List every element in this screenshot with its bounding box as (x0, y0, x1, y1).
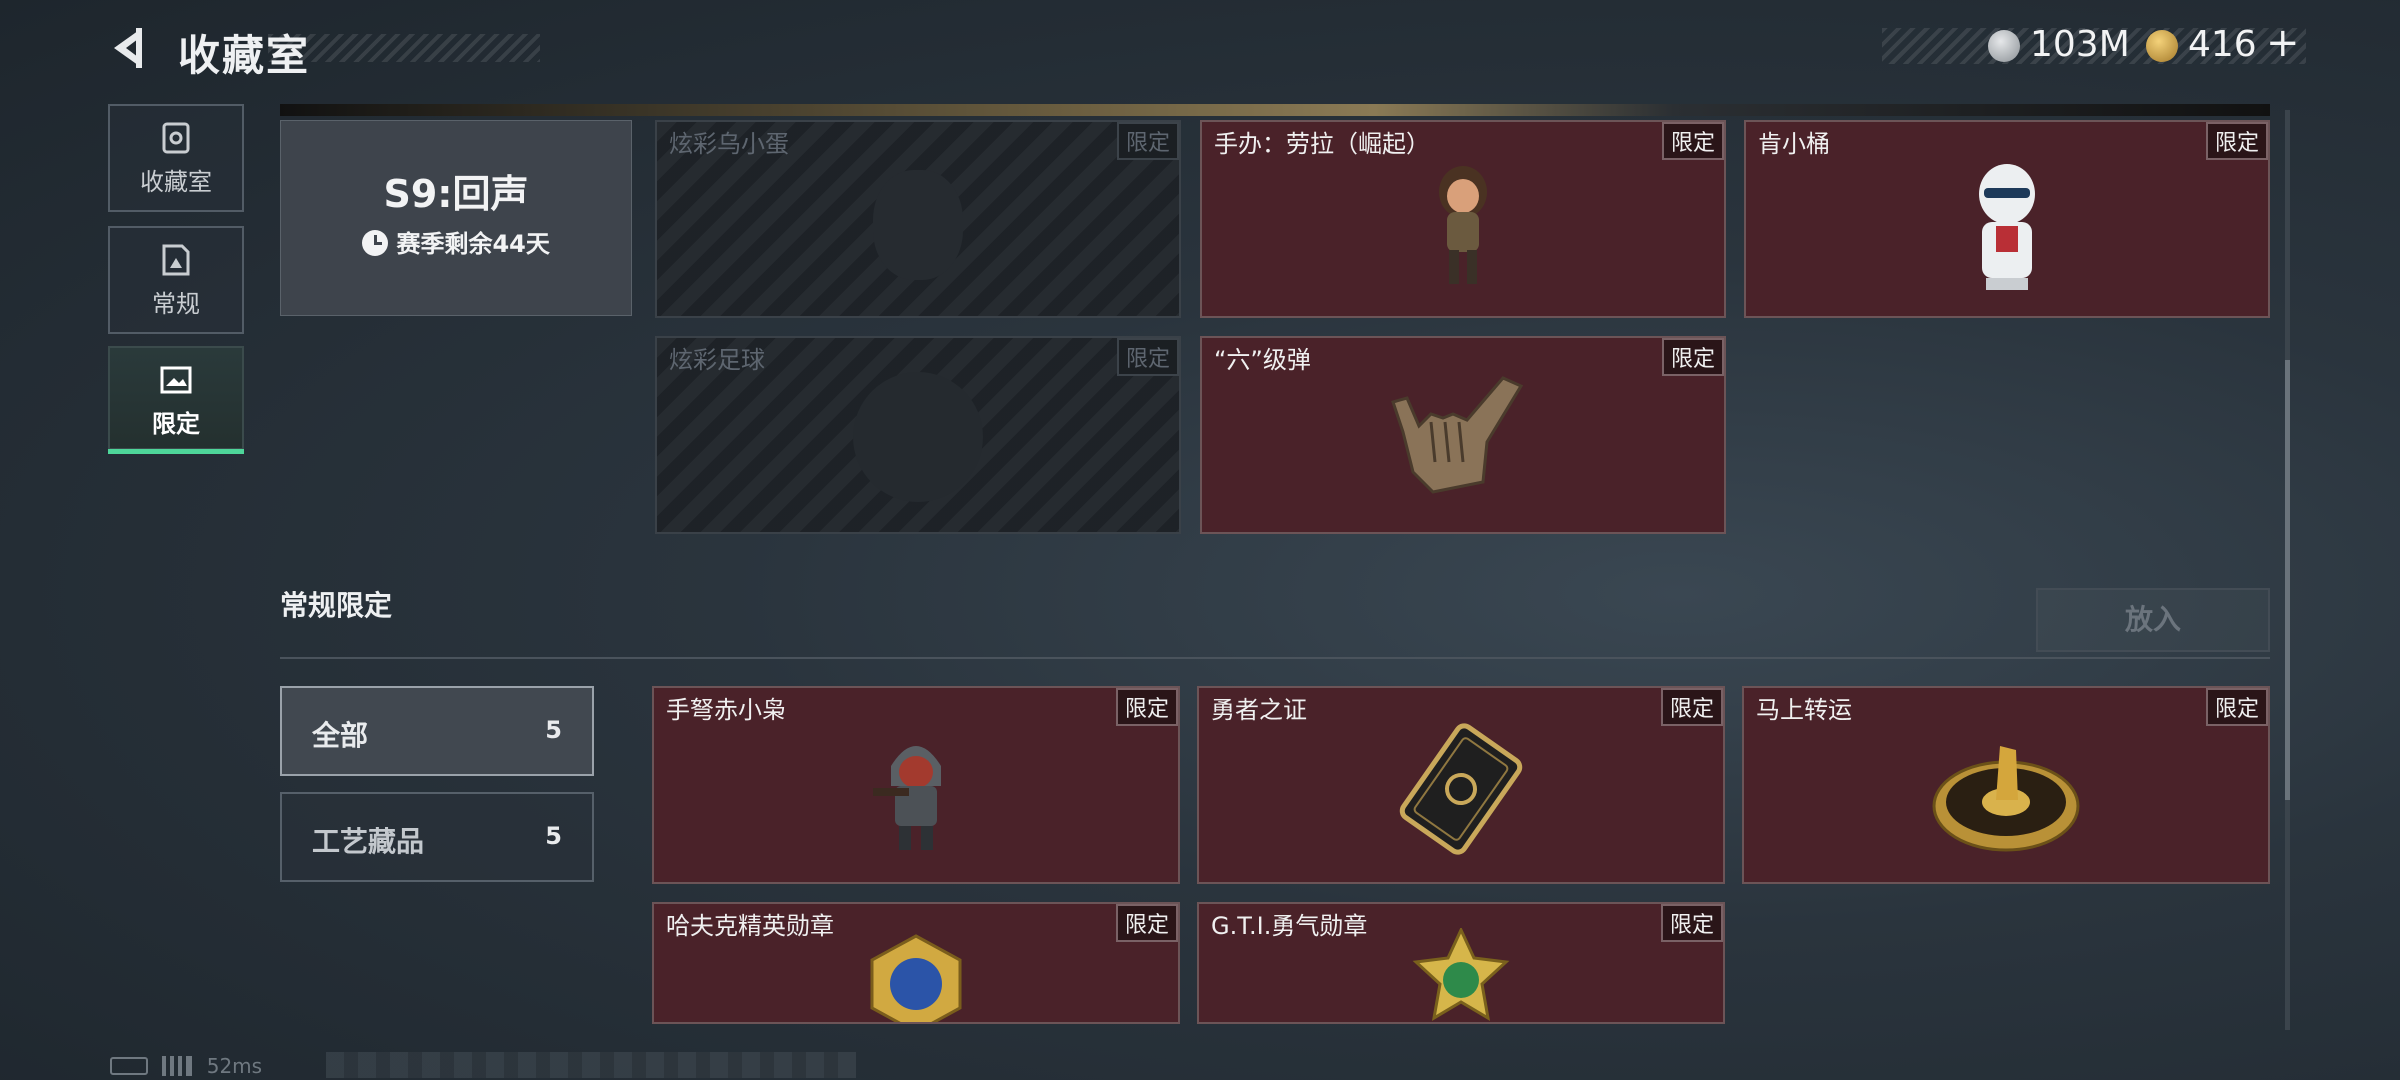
filter-count: 5 (545, 822, 562, 850)
item-name: 手弩赤小枭 (666, 696, 786, 724)
item-name: 马上转运 (1756, 696, 1852, 724)
limited-badge: 限定 (1661, 122, 1724, 160)
item-tile[interactable]: 手弩赤小枭 限定 (652, 686, 1180, 884)
blurred-text (326, 1052, 856, 1078)
nav-limited[interactable]: 限定 (108, 346, 244, 454)
item-name: 手办：劳拉（崛起） (1214, 130, 1430, 158)
divider (280, 657, 2270, 659)
ping-value: 52ms (206, 1054, 263, 1078)
filter-count: 5 (545, 716, 562, 744)
battery-icon (110, 1057, 148, 1075)
item-tile[interactable]: 炫彩足球 限定 (655, 336, 1181, 534)
add-currency-button[interactable]: + (2266, 20, 2300, 66)
signal-icon (162, 1056, 193, 1076)
banner-strip (280, 104, 2270, 116)
filter-label: 全部 (312, 719, 369, 752)
gold-coin-icon (2146, 30, 2178, 62)
crossbow-figure-image (873, 746, 941, 850)
limited-badge: 限定 (1115, 904, 1178, 942)
lara-figure-image (1439, 166, 1487, 284)
item-name: 炫彩足球 (669, 346, 765, 374)
nav-collection-room[interactable]: 收藏室 (108, 104, 244, 212)
season-remaining: 赛季剩余44天 (281, 224, 631, 259)
item-name: G.T.I.勇气勋章 (1211, 912, 1368, 940)
scrollbar-thumb[interactable] (2285, 360, 2290, 800)
item-name: 勇者之证 (1211, 696, 1307, 724)
item-name: “六”级弹 (1214, 346, 1311, 374)
bird-egg-figure (873, 170, 963, 280)
clock-icon (362, 230, 389, 256)
limited-badge: 限定 (1660, 688, 1723, 726)
item-tile[interactable]: 手办：劳拉（崛起） 限定 (1200, 120, 1726, 318)
card-icon (162, 244, 190, 276)
nav-regular[interactable]: 常规 (108, 226, 244, 334)
limited-badge: 限定 (1661, 338, 1724, 376)
item-tile[interactable]: 马上转运 限定 (1742, 686, 2270, 884)
limited-badge: 限定 (1660, 904, 1723, 942)
bucket-mascot-image (1979, 164, 2035, 290)
limited-badge: 限定 (1116, 338, 1179, 376)
active-indicator (108, 449, 244, 454)
filter-all[interactable]: 全部 5 (280, 686, 594, 776)
item-name: 肯小桶 (1758, 130, 1830, 158)
brave-card-image (1399, 723, 1523, 855)
limited-badge: 限定 (2205, 122, 2268, 160)
haavk-medal-image (870, 934, 962, 1022)
gti-medal-image (1412, 928, 1510, 1021)
back-arrow-icon[interactable] (108, 26, 152, 70)
filter-label: 工艺藏品 (312, 825, 425, 858)
filter-craft-collectibles[interactable]: 工艺藏品 5 (280, 792, 594, 882)
item-tile[interactable]: 肯小桶 限定 (1744, 120, 2270, 318)
nav-label: 常规 (152, 290, 200, 318)
season-card: S9:回声 赛季剩余44天 (280, 120, 632, 316)
limited-badge: 限定 (1116, 122, 1179, 160)
trophy-icon (162, 122, 190, 154)
hand-sign-image (1391, 376, 1524, 494)
item-name: 炫彩乌小蛋 (669, 130, 789, 158)
silver-coin-icon (1988, 30, 2020, 62)
item-name: 哈夫克精英勋章 (666, 912, 834, 940)
season-title: S9:回声 (383, 172, 529, 216)
nav-label: 收藏室 (140, 168, 212, 196)
item-tile[interactable]: 勇者之证 限定 (1197, 686, 1725, 884)
item-tile[interactable]: 炫彩乌小蛋 限定 (655, 120, 1181, 318)
football-figure (853, 372, 983, 502)
limited-badge: 限定 (1115, 688, 1178, 726)
limited-badge: 限定 (2205, 688, 2268, 726)
item-tile[interactable]: “六”级弹 限定 (1200, 336, 1726, 534)
page-title: 收藏室 (178, 31, 311, 80)
item-tile[interactable]: G.T.I.勇气勋章 限定 (1197, 902, 1725, 1024)
nav-label: 限定 (152, 410, 200, 438)
put-in-button[interactable]: 放入 (2036, 588, 2270, 652)
network-status: 52ms (110, 1054, 262, 1078)
section-title: 常规限定 (280, 589, 393, 622)
item-tile[interactable]: 哈夫克精英勋章 限定 (652, 902, 1180, 1024)
image-icon (160, 366, 192, 394)
silver-currency-value: 103M (2030, 24, 2130, 65)
fortune-wheel-image (1932, 746, 2080, 852)
gold-currency-value: 416 (2188, 24, 2257, 65)
